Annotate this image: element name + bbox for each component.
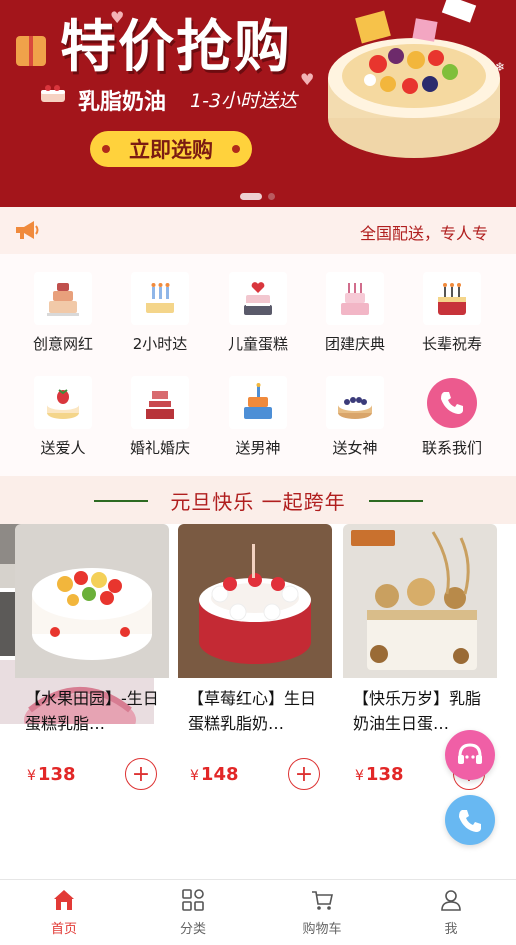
notice-bar: 全国配送，专人专 [0,207,516,254]
category-item[interactable]: 联系我们 [402,358,502,458]
banner-subtitle-left: 乳脂奶油 [78,90,167,115]
add-to-cart-button[interactable]: + [288,758,320,790]
add-to-cart-button[interactable]: + [125,758,157,790]
section-title: 元旦快乐 一起跨年 [170,490,346,514]
shop-now-button[interactable]: 立即选购 [90,131,252,167]
tab-home[interactable]: 首页 [24,888,104,937]
cake-red-icon [423,272,481,325]
cake-blue-icon [229,376,287,429]
cake-wedding-icon [131,376,189,429]
category-label: 送爱人 [40,439,86,457]
customer-service-icon [458,743,482,764]
tab-label: 我 [444,922,458,937]
phone-call-icon [459,810,481,832]
gift-icon [16,36,46,66]
home-icon [54,890,74,910]
mini-cake-icon [41,85,65,102]
product-name: 【水果田园】-生日蛋糕乳脂… [25,689,159,733]
category-label: 联系我们 [421,439,482,457]
promo-banner[interactable]: ♥ ♥ ❄ 特价抢购 乳脂奶油 1-3小时送达 立即选购 [0,0,516,207]
product-card[interactable]: 【水果田园】-生日蛋糕乳脂… ¥138 + [15,524,169,790]
banner-subtitle-right: 1-3小时送达 [190,90,298,112]
product-image [15,524,169,678]
category-item[interactable]: 送爱人 [13,358,113,458]
category-label: 2小时达 [132,335,188,353]
tab-me[interactable]: 我 [411,888,491,937]
product-card[interactable]: 【快乐万岁】乳脂奶油生日蛋… ¥138 + [343,524,497,790]
category-item[interactable]: 儿童蛋糕 [208,254,308,354]
tab-cart[interactable]: 购物车 [282,888,362,937]
cake-heart-icon [229,272,287,325]
category-label: 创意网红 [32,335,93,353]
cake-pink-icon [326,272,384,325]
cake-tiered-icon [34,272,92,325]
carousel-dot[interactable] [268,193,275,200]
category-item[interactable]: 送女神 [305,358,405,458]
category-item[interactable]: 创意网红 [13,254,113,354]
tab-label: 分类 [179,922,206,937]
category-label: 儿童蛋糕 [227,335,288,353]
banner-title: 特价抢购 [60,15,292,80]
category-item[interactable]: 送男神 [208,358,308,458]
category-item[interactable]: 长辈祝寿 [402,254,502,354]
product-price: ¥148 [190,764,239,785]
cart-icon [312,891,333,910]
divider [369,500,423,502]
category-item[interactable]: 婚礼婚庆 [110,358,210,458]
product-image [178,524,332,678]
tab-label: 首页 [50,922,77,937]
product-name: 【快乐万岁】乳脂奶油生日蛋… [353,689,482,733]
category-label: 婚礼婚庆 [129,439,190,457]
user-icon [441,890,461,911]
category-label: 长辈祝寿 [421,335,482,353]
tab-category[interactable]: 分类 [153,888,233,937]
category-label: 团建庆典 [324,335,385,353]
product-image [343,524,497,678]
category-item[interactable]: 2小时达 [110,254,210,354]
tab-label: 购物车 [302,922,342,937]
category-label: 送女神 [332,439,378,457]
product-grid: 【水果田园】-生日蛋糕乳脂… ¥138 + 【草莓红心】生日蛋糕乳脂奶… ¥ 1… [0,524,516,880]
banner-cake-image [328,0,500,158]
phone-icon [423,376,481,429]
category-item[interactable]: 团建庆典 [305,254,405,354]
cake-strawberry-icon [34,376,92,429]
product-card[interactable]: 【草莓红心】生日蛋糕乳脂奶… ¥148 + [178,524,332,790]
customer-service-button[interactable] [445,730,495,780]
cake-berry-icon [326,376,384,429]
category-icon [182,889,204,911]
bottom-tab-bar: 首页 分类 购物车 我 [0,879,516,945]
heart-icon: ♥ [300,70,315,89]
cake-candles-icon [131,272,189,325]
product-price: ¥138 [27,764,76,785]
category-label: 送男神 [235,439,281,457]
product-price: ¥138 [355,764,404,785]
megaphone-icon [16,221,39,239]
notice-text: 全国配送，专人专 [359,224,488,243]
product-name: 【草莓红心】生日蛋糕乳脂奶… [188,689,317,733]
section-header: 元旦快乐 一起跨年 [0,476,516,524]
phone-call-button[interactable] [445,795,495,845]
carousel-dot-active[interactable] [240,193,262,200]
carousel-indicator [240,193,275,200]
category-grid: 创意网红 2小时达 儿童蛋糕 团建庆典 长辈祝寿 送爱人 婚礼婚庆 送男神 送女… [0,254,516,476]
